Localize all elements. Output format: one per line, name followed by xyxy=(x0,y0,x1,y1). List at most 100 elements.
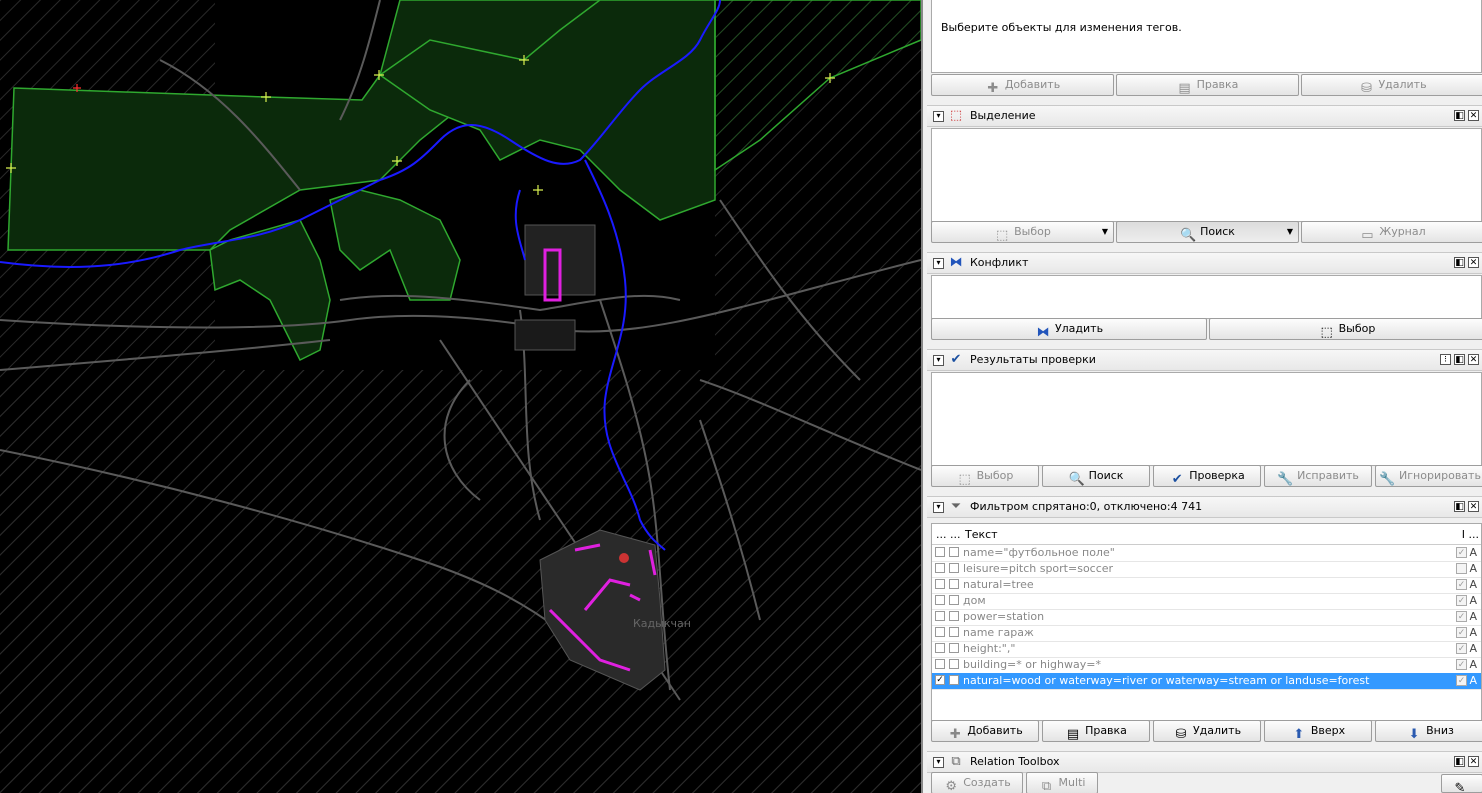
inverted-checkbox[interactable]: ✓ xyxy=(1456,579,1467,590)
filter-mode[interactable]: A xyxy=(1469,562,1477,575)
tags-message: Выберите объекты для изменения тегов. xyxy=(941,21,1182,34)
enabled-checkbox[interactable] xyxy=(935,611,945,621)
inverted-checkbox[interactable]: ✓ xyxy=(1456,627,1467,638)
selection-search-button[interactable]: 🔍 Поиск ▼ xyxy=(1116,221,1299,243)
filter-edit-button[interactable]: ▤ Правка xyxy=(1042,720,1150,742)
hide-checkbox[interactable] xyxy=(949,547,959,557)
collapse-icon[interactable]: ▾ xyxy=(933,111,944,122)
validation-validate-button[interactable]: ✔ Проверка xyxy=(1153,465,1261,487)
close-icon[interactable]: ✕ xyxy=(1468,110,1479,121)
hide-checkbox[interactable] xyxy=(949,595,959,605)
filter-mode[interactable]: A xyxy=(1469,658,1477,671)
relation-multi-button[interactable]: ⧉ Multi xyxy=(1026,772,1098,793)
close-icon[interactable]: ✕ xyxy=(1468,501,1479,512)
inverted-checkbox[interactable]: ✓ xyxy=(1456,547,1467,558)
validation-ignore-button[interactable]: 🔧 Игнорировать xyxy=(1375,465,1482,487)
undock-icon[interactable]: ◧ xyxy=(1454,501,1465,512)
tags-edit-button[interactable]: ▤ Правка xyxy=(1116,74,1299,96)
filter-row[interactable]: name="футбольное поле" ✓ A xyxy=(932,545,1481,562)
close-icon[interactable]: ✕ xyxy=(1468,756,1479,767)
settings-icon[interactable]: ⁝ xyxy=(1440,354,1451,365)
filter-mode[interactable]: A xyxy=(1469,642,1477,655)
enabled-checkbox[interactable] xyxy=(935,579,945,589)
inverted-checkbox[interactable]: ✓ xyxy=(1456,595,1467,606)
collapse-icon[interactable]: ▾ xyxy=(933,757,944,768)
validation-select-button[interactable]: ⬚ Выбор xyxy=(931,465,1039,487)
undock-icon[interactable]: ◧ xyxy=(1454,756,1465,767)
close-icon[interactable]: ✕ xyxy=(1468,257,1479,268)
filter-panel-header[interactable]: ▾ ⏷ Фильтром спрятано:0, отключено:4 741… xyxy=(927,496,1482,518)
filter-row[interactable]: height:"," ✓ A xyxy=(932,641,1481,658)
filter-down-button[interactable]: ⬇ Вниз xyxy=(1375,720,1482,742)
filter-mode[interactable]: A xyxy=(1469,610,1477,623)
selection-panel-header[interactable]: ▾ ⬚ Выделение ◧ ✕ xyxy=(927,105,1482,127)
relation-panel-header[interactable]: ▾ ⧉ Relation Toolbox ◧ ✕ xyxy=(927,751,1482,773)
filter-row[interactable]: power=station ✓ A xyxy=(932,609,1481,626)
undock-icon[interactable]: ◧ xyxy=(1454,354,1465,365)
filter-mode[interactable]: A xyxy=(1469,546,1477,559)
filter-row[interactable]: ✓ natural=wood or waterway=river or water… xyxy=(932,673,1481,690)
column-enabled[interactable]: ... xyxy=(936,528,947,541)
selection-select-button[interactable]: ⬚ Выбор ▼ xyxy=(931,221,1114,243)
hide-checkbox[interactable] xyxy=(949,611,959,621)
hide-checkbox[interactable] xyxy=(949,563,959,573)
collapse-icon[interactable]: ▾ xyxy=(933,355,944,366)
filter-row[interactable]: building=* or highway=* ✓ A xyxy=(932,657,1481,674)
filter-mode[interactable]: A xyxy=(1469,578,1477,591)
map-marker xyxy=(619,553,629,563)
enabled-checkbox[interactable] xyxy=(935,563,945,573)
inverted-checkbox[interactable]: ✓ xyxy=(1456,611,1467,622)
close-icon[interactable]: ✕ xyxy=(1468,354,1479,365)
conflict-list[interactable] xyxy=(931,275,1482,319)
filter-row[interactable]: дом ✓ A xyxy=(932,593,1481,610)
tags-add-button[interactable]: ✚ Добавить xyxy=(931,74,1114,96)
column-mode[interactable]: ... xyxy=(1469,528,1480,541)
column-hide[interactable]: ... xyxy=(950,528,961,541)
hide-checkbox[interactable] xyxy=(949,643,959,653)
validation-fix-button[interactable]: 🔧 Исправить xyxy=(1264,465,1372,487)
filter-mode[interactable]: A xyxy=(1469,626,1477,639)
conflict-panel-header[interactable]: ▾ ⧓ Конфликт ◧ ✕ xyxy=(927,252,1482,274)
enabled-checkbox[interactable]: ✓ xyxy=(935,675,945,685)
enabled-checkbox[interactable] xyxy=(935,547,945,557)
inverted-checkbox[interactable]: ✓ xyxy=(1456,659,1467,670)
enabled-checkbox[interactable] xyxy=(935,595,945,605)
tags-delete-button[interactable]: ⛁ Удалить xyxy=(1301,74,1482,96)
inverted-checkbox[interactable] xyxy=(1456,563,1467,574)
undock-icon[interactable]: ◧ xyxy=(1454,110,1465,121)
hide-checkbox[interactable] xyxy=(949,659,959,669)
map-canvas[interactable] xyxy=(0,0,921,793)
enabled-checkbox[interactable] xyxy=(935,627,945,637)
validation-panel-header[interactable]: ▾ ✔ Результаты проверки ⁝ ◧ ✕ xyxy=(927,349,1482,371)
filter-delete-button[interactable]: ⛁ Удалить xyxy=(1153,720,1261,742)
filter-row[interactable]: leisure=pitch sport=soccer A xyxy=(932,561,1481,578)
filter-table[interactable]: ... ... Текст I ... name="футбольное пол… xyxy=(931,523,1482,721)
map-view[interactable]: Кадыкчан xyxy=(0,0,921,793)
inverted-checkbox[interactable]: ✓ xyxy=(1456,643,1467,654)
validation-search-button[interactable]: 🔍 Поиск xyxy=(1042,465,1150,487)
filter-up-button[interactable]: ⬆ Вверх xyxy=(1264,720,1372,742)
column-text[interactable]: Текст xyxy=(965,528,998,541)
relation-create-button[interactable]: ⚙ Создать xyxy=(931,772,1023,793)
selection-history-button[interactable]: ▭ Журнал xyxy=(1301,221,1482,243)
hide-checkbox[interactable] xyxy=(949,579,959,589)
filter-row[interactable]: name гараж ✓ A xyxy=(932,625,1481,642)
filter-mode[interactable]: A xyxy=(1469,674,1477,687)
conflict-resolve-button[interactable]: ⧓ Уладить xyxy=(931,318,1207,340)
collapse-icon[interactable]: ▾ xyxy=(933,258,944,269)
filter-mode[interactable]: A xyxy=(1469,594,1477,607)
inverted-checkbox[interactable]: ✓ xyxy=(1456,675,1467,686)
validation-list[interactable] xyxy=(931,372,1482,466)
relation-edit-button[interactable]: ✎ xyxy=(1441,774,1482,793)
hide-checkbox[interactable] xyxy=(949,675,959,685)
conflict-select-button[interactable]: ⬚ Выбор xyxy=(1209,318,1482,340)
hide-checkbox[interactable] xyxy=(949,627,959,637)
collapse-icon[interactable]: ▾ xyxy=(933,502,944,513)
selection-list[interactable] xyxy=(931,128,1482,222)
enabled-checkbox[interactable] xyxy=(935,643,945,653)
undock-icon[interactable]: ◧ xyxy=(1454,257,1465,268)
column-inverted[interactable]: I xyxy=(1462,528,1465,541)
filter-row[interactable]: natural=tree ✓ A xyxy=(932,577,1481,594)
filter-add-button[interactable]: ✚ Добавить xyxy=(931,720,1039,742)
enabled-checkbox[interactable] xyxy=(935,659,945,669)
